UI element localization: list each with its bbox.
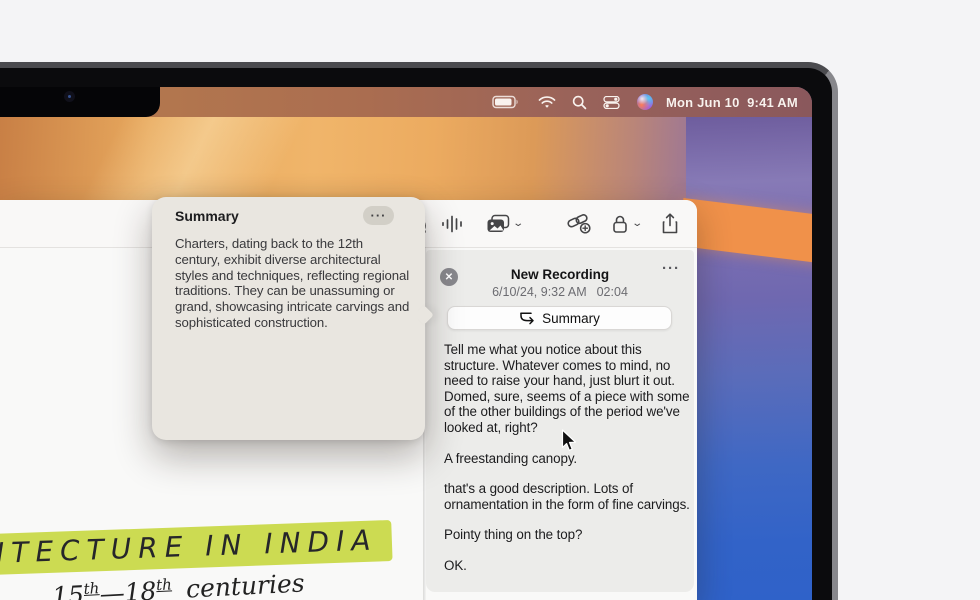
transcript-text: Tell me what you notice about this struc…	[444, 342, 694, 589]
share-icon[interactable]	[661, 200, 679, 247]
transcript-paragraph: OK.	[444, 558, 694, 574]
lock-icon[interactable]: ⌄	[611, 200, 641, 247]
recording-date-row: 6/10/24, 9:32 AM 02:04	[426, 285, 694, 299]
popover-summary-text: Charters, dating back to the 12th centur…	[175, 236, 411, 331]
camera-notch	[0, 87, 160, 117]
recording-duration: 02:04	[597, 285, 628, 299]
chevron-down-icon: ⌄	[512, 218, 524, 229]
camera-dot	[64, 91, 75, 102]
search-icon[interactable]	[572, 87, 587, 117]
summary-button-label: Summary	[542, 311, 600, 326]
audio-waveform-icon[interactable]	[441, 200, 465, 247]
transcript-paragraph: Pointy thing on the top?	[444, 527, 694, 543]
mouse-cursor	[561, 429, 578, 458]
siri-icon[interactable]	[637, 87, 653, 117]
summarize-icon	[519, 311, 535, 325]
recording-title: New Recording	[426, 267, 694, 282]
battery-icon[interactable]	[492, 87, 520, 117]
transcript-paragraph: Tell me what you notice about this struc…	[444, 342, 694, 436]
note-subheading: 15th—18thcenturies	[51, 568, 305, 600]
macbook-screen: Mon Jun 10 9:41 AM	[0, 87, 812, 600]
transcript-paragraph: that's a good description. Lots of ornam…	[444, 481, 694, 512]
menu-bar-clock[interactable]: Mon Jun 10 9:41 AM	[666, 87, 798, 117]
wifi-icon[interactable]	[538, 87, 556, 117]
recording-date: 6/10/24, 9:32 AM	[492, 285, 587, 299]
media-picker-icon[interactable]: ⌄	[486, 200, 522, 247]
wallpaper-right-gradient	[686, 115, 812, 600]
summary-popover: Summary ··· Charters, dating back to the…	[152, 197, 425, 440]
popover-title: Summary	[175, 208, 239, 224]
recording-panel: ✕ New Recording ··· 6/10/24, 9:32 AM02:0…	[426, 250, 694, 592]
popover-more-button[interactable]: ···	[363, 206, 394, 225]
recording-more-button[interactable]: ···	[662, 260, 680, 277]
summary-button[interactable]: Summary	[447, 306, 672, 330]
control-center-icon[interactable]	[603, 87, 620, 117]
note-heading-highlighted: ITECTURE IN INDIA	[0, 520, 392, 575]
chevron-down-icon: ⌄	[631, 218, 643, 229]
add-link-icon[interactable]	[566, 200, 592, 247]
